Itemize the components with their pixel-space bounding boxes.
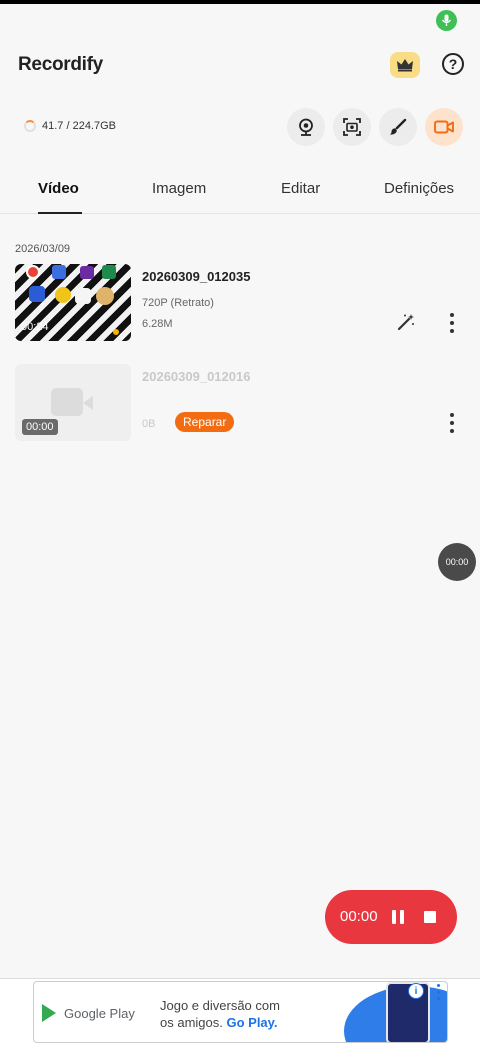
- tab-edit[interactable]: Editar: [281, 180, 320, 197]
- date-group-label: 2026/03/09: [15, 243, 71, 255]
- video-duration: 00:00: [22, 419, 58, 435]
- tab-bar: Vídeo Imagem Editar Definições: [0, 168, 480, 214]
- ad-link[interactable]: Go Play.: [226, 1015, 277, 1030]
- storage-indicator: 41.7 / 224.7GB: [24, 120, 116, 132]
- app-header: Recordify ?: [0, 40, 480, 90]
- ad-banner: Google Play Jogo e diversão com os amigo…: [0, 978, 480, 1046]
- google-play-logo-icon: [42, 1004, 56, 1022]
- floating-timer-bubble[interactable]: 00:00: [438, 543, 476, 581]
- premium-crown-button[interactable]: [390, 52, 420, 78]
- video-resolution: 720P (Retrato): [142, 297, 214, 309]
- storage-ring-icon: [24, 120, 36, 132]
- stop-icon[interactable]: [424, 911, 436, 923]
- screenshot-button[interactable]: [333, 108, 371, 146]
- brush-button[interactable]: [379, 108, 417, 146]
- webcam-icon: [299, 118, 313, 136]
- app-title: Recordify: [18, 54, 103, 75]
- tab-image[interactable]: Imagem: [152, 180, 206, 197]
- record-video-button[interactable]: [425, 108, 463, 146]
- video-file-name[interactable]: 20260309_012035: [142, 269, 250, 284]
- webcam-button[interactable]: [287, 108, 325, 146]
- ad-headline: Jogo e diversão com: [160, 998, 280, 1013]
- video-thumbnail[interactable]: 00:24: [15, 264, 131, 341]
- video-file-size: 0B: [142, 418, 156, 430]
- ad-subline: os amigos. Go Play.: [160, 1015, 278, 1030]
- video-duration: 00:24: [21, 321, 49, 333]
- more-options-icon[interactable]: [446, 313, 458, 333]
- video-placeholder-lens: [83, 396, 93, 410]
- tab-video[interactable]: Vídeo: [38, 180, 79, 197]
- crown-icon: [397, 59, 413, 72]
- ad-creative[interactable]: Google Play Jogo e diversão com os amigo…: [33, 981, 448, 1043]
- video-camera-icon: [434, 120, 454, 134]
- mic-indicator-icon: [436, 10, 457, 31]
- help-icon: ?: [448, 56, 458, 72]
- ad-more-icon[interactable]: [434, 984, 442, 1000]
- recording-timer: 00:00: [340, 908, 378, 925]
- screenshot-icon: [343, 118, 361, 136]
- help-button[interactable]: ?: [442, 53, 464, 75]
- recording-control-bar: 00:00: [325, 890, 457, 944]
- magic-wand-icon[interactable]: [397, 313, 415, 331]
- broken-video-thumbnail[interactable]: 00:00: [15, 364, 131, 441]
- more-options-icon[interactable]: [446, 413, 458, 433]
- ad-store-name: Google Play: [64, 1006, 135, 1021]
- status-bar: [0, 0, 480, 4]
- repair-button[interactable]: Reparar: [175, 412, 235, 432]
- brush-icon: [390, 118, 407, 135]
- tab-settings[interactable]: Definições: [384, 180, 454, 197]
- video-file-name[interactable]: 20260309_012016: [142, 369, 250, 384]
- active-tab-indicator: [38, 212, 82, 214]
- storage-text: 41.7 / 224.7GB: [42, 120, 116, 132]
- video-placeholder-icon: [51, 388, 83, 416]
- ad-info-icon[interactable]: i: [408, 983, 424, 999]
- video-file-size: 6.28M: [142, 318, 173, 330]
- pause-icon[interactable]: [392, 910, 404, 924]
